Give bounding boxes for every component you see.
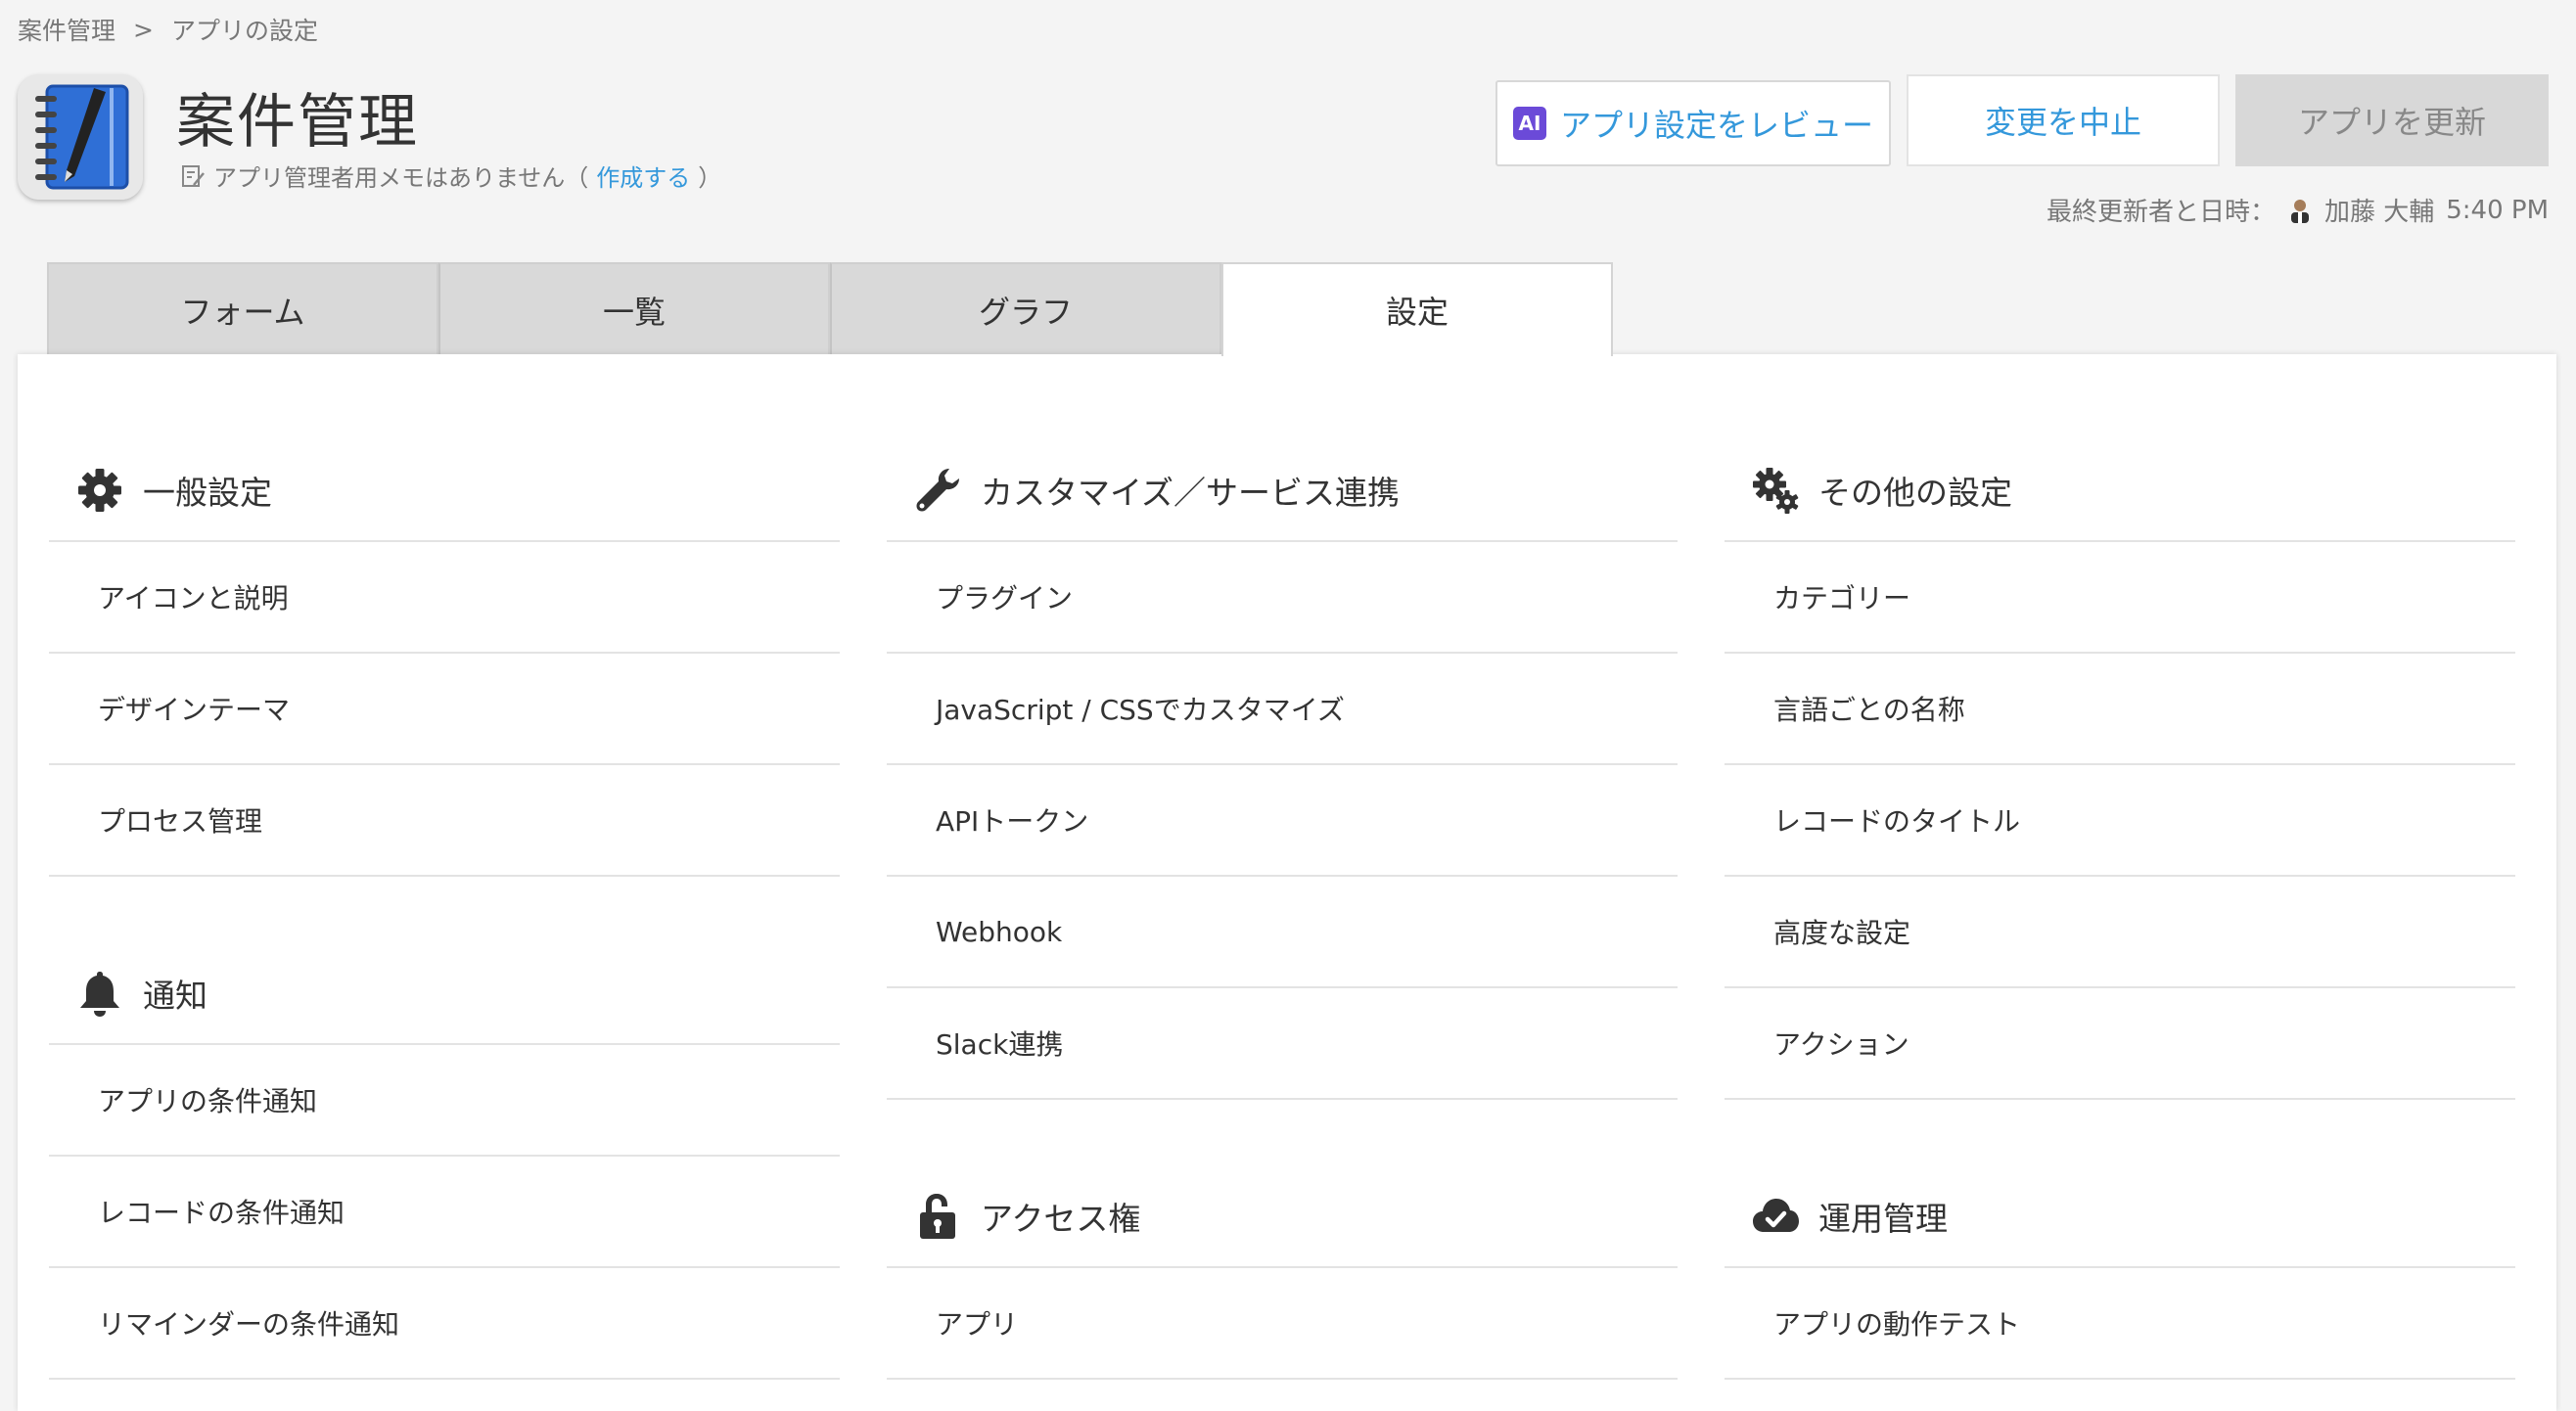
tab-form[interactable]: フォーム [47,262,438,356]
notebook-icon [18,74,143,200]
tab-list[interactable]: 一覧 [438,262,830,356]
menu-category[interactable]: カテゴリー [1725,542,2515,654]
menu-process-management[interactable]: プロセス管理 [49,765,840,877]
settings-column-2: カスタマイズ／サービス連携 プラグイン JavaScript / CSSでカスタ… [887,440,1678,1380]
section-customize-title: カスタマイズ／サービス連携 [981,474,1401,512]
breadcrumb: 案件管理 > アプリの設定 [18,12,318,47]
tab-settings[interactable]: 設定 [1221,262,1613,356]
section-access: アクセス権 [887,1166,1678,1268]
last-updated-user[interactable]: 加藤 大輔 [2324,192,2434,228]
menu-api-token[interactable]: APIトークン [887,765,1678,877]
menu-webhook[interactable]: Webhook [887,877,1678,988]
memo-empty-text: アプリ管理者用メモはありません（ [213,164,589,192]
menu-js-css-customize[interactable]: JavaScript / CSSでカスタマイズ [887,654,1678,765]
app-icon [18,74,143,200]
ai-badge-icon: AI [1512,107,1546,140]
user-avatar-icon [2290,199,2309,223]
breadcrumb-current: アプリの設定 [170,17,318,45]
menu-app-access[interactable]: アプリ [887,1268,1678,1380]
tab-graph[interactable]: グラフ [830,262,1221,356]
last-updated-time: 5:40 PM [2446,195,2549,225]
last-updated-info: 最終更新者と日時： 加藤 大輔 5:40 PM [2047,192,2549,228]
section-customize: カスタマイズ／サービス連携 [887,440,1678,542]
section-other-title: その他の設定 [1818,474,2012,512]
last-updated-label: 最終更新者と日時： [2046,198,2276,227]
settings-tabs: フォーム 一覧 グラフ 設定 [47,262,1613,356]
update-app-button[interactable]: アプリを更新 [2235,74,2549,166]
wrench-icon [916,469,959,512]
admin-memo: アプリ管理者用メモはありません（ 作成する ） [180,159,721,193]
section-other: その他の設定 [1725,440,2515,542]
settings-panel: 一般設定 アイコンと説明 デザインテーマ プロセス管理 通知 アプリの条件通知 … [18,354,2556,1411]
review-settings-button[interactable]: AI アプリ設定をレビュー [1495,80,1891,166]
menu-icon-description[interactable]: アイコンと説明 [49,542,840,654]
review-settings-label: アプリ設定をレビュー [1559,107,1873,144]
breadcrumb-app-link[interactable]: 案件管理 [18,12,115,47]
menu-app-notification[interactable]: アプリの条件通知 [49,1045,840,1157]
menu-design-theme[interactable]: デザインテーマ [49,654,840,765]
menu-record-notification[interactable]: レコードの条件通知 [49,1157,840,1268]
menu-action[interactable]: アクション [1725,988,2515,1100]
section-access-title: アクセス権 [981,1200,1141,1238]
menu-app-test[interactable]: アプリの動作テスト [1725,1268,2515,1380]
section-operation: 運用管理 [1725,1166,2515,1268]
breadcrumb-separator: > [133,15,154,44]
cancel-changes-button[interactable]: 変更を中止 [1907,74,2220,166]
menu-plugin[interactable]: プラグイン [887,542,1678,654]
memo-edit-icon [182,164,205,187]
unlock-icon [920,1194,955,1239]
section-notification: 通知 [49,943,840,1045]
bell-icon [80,972,119,1017]
section-general: 一般設定 [49,440,840,542]
section-notification-title: 通知 [143,977,207,1015]
gears-icon [1753,468,1799,514]
settings-column-3: その他の設定 カテゴリー 言語ごとの名称 レコードのタイトル 高度な設定 アクシ… [1725,440,2515,1380]
section-operation-title: 運用管理 [1818,1200,1948,1238]
menu-localized-names[interactable]: 言語ごとの名称 [1725,654,2515,765]
gear-icon [78,469,121,512]
menu-record-title[interactable]: レコードのタイトル [1725,765,2515,877]
menu-advanced-settings[interactable]: 高度な設定 [1725,877,2515,988]
create-memo-link[interactable]: 作成する [596,159,690,193]
cloud-check-icon [1753,1199,1799,1232]
memo-suffix: ） [698,164,722,192]
menu-reminder-notification[interactable]: リマインダーの条件通知 [49,1268,840,1380]
section-general-title: 一般設定 [143,474,272,512]
menu-slack[interactable]: Slack連携 [887,988,1678,1100]
settings-column-1: 一般設定 アイコンと説明 デザインテーマ プロセス管理 通知 アプリの条件通知 … [49,440,840,1380]
page-title: 案件管理 [176,88,419,157]
